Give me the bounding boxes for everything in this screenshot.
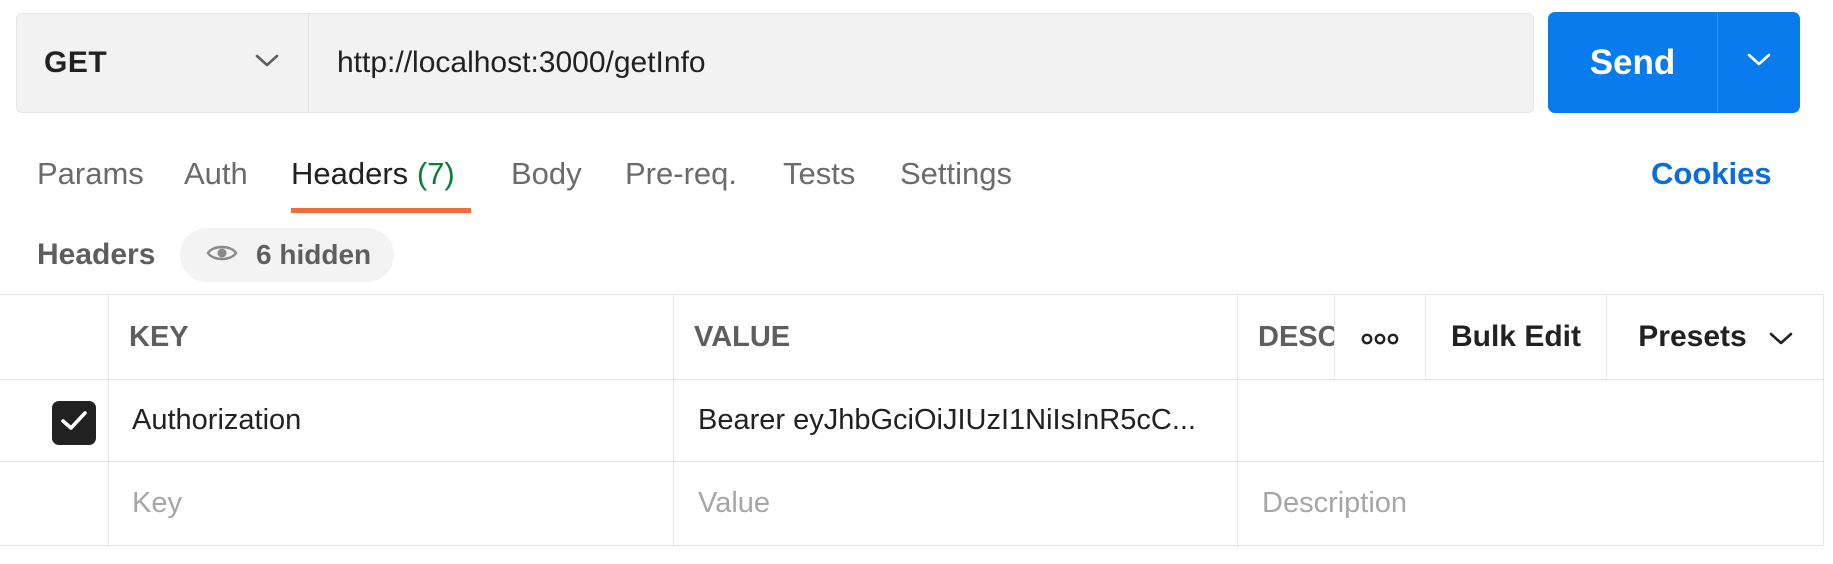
new-value-input[interactable]: Value [698,461,1228,545]
row-enabled-checkbox[interactable] [52,401,96,445]
checkmark-icon [60,410,88,437]
chevron-down-icon [1746,52,1772,73]
send-button-group: Send [1548,12,1800,113]
send-button[interactable]: Send [1548,12,1718,113]
headers-table: KEY VALUE DESC Bulk Edit Presets Authori… [0,294,1824,547]
column-divider [673,295,674,547]
headers-section-label: Headers [37,238,156,271]
tab-auth[interactable]: Auth [184,150,248,214]
url-input[interactable] [337,46,1533,80]
active-tab-indicator [291,208,471,213]
send-options-button[interactable] [1718,12,1800,113]
more-horizontal-icon [1361,320,1399,354]
new-description-input[interactable]: Description [1262,461,1812,545]
tab-label: Body [511,156,582,191]
tab-label: Settings [900,156,1013,191]
header-value-cell[interactable]: Bearer eyJhbGciOiJIUzI1NiIsInR5cC... [698,379,1230,461]
tab-count-badge: (7) [416,156,455,191]
header-description-cell[interactable] [1262,379,1812,461]
cookies-link[interactable]: Cookies [1651,150,1772,198]
tab-label: Params [37,156,144,191]
hidden-headers-toggle[interactable]: 6 hidden [180,228,394,282]
column-divider [1237,295,1238,547]
method-select[interactable]: GET [17,14,309,112]
tab-label: Tests [783,156,856,191]
eye-icon [206,242,238,269]
url-field[interactable] [309,14,1533,112]
more-options-button[interactable] [1335,295,1425,379]
bulk-edit-button[interactable]: Bulk Edit [1426,295,1606,379]
chevron-down-icon [254,53,280,74]
tab-pre-request[interactable]: Pre-req. [625,150,737,214]
tab-label: Pre-req. [625,156,737,191]
method-label: GET [44,46,108,79]
tab-headers[interactable]: Headers (7) [291,150,455,214]
tab-label: Auth [184,156,248,191]
request-tabs: Params Auth Headers (7) Body Pre-req. Te… [0,150,1833,214]
new-key-input[interactable]: Key [132,461,662,545]
tab-tests[interactable]: Tests [783,150,855,214]
column-header-value: VALUE [694,320,791,353]
presets-label: Presets [1638,320,1747,353]
column-header-description: DESC [1258,320,1334,353]
tab-body[interactable]: Body [511,150,582,214]
column-header-key: KEY [129,320,189,353]
tab-label: Headers [291,156,409,191]
tab-settings[interactable]: Settings [900,150,1012,214]
hidden-headers-count: 6 hidden [256,239,372,270]
request-bar: GET [16,13,1534,113]
column-divider [108,295,109,547]
tab-params[interactable]: Params [37,150,144,214]
chevron-down-icon [1769,320,1793,354]
presets-dropdown[interactable]: Presets [1607,295,1824,379]
header-key-cell[interactable]: Authorization [132,379,662,461]
